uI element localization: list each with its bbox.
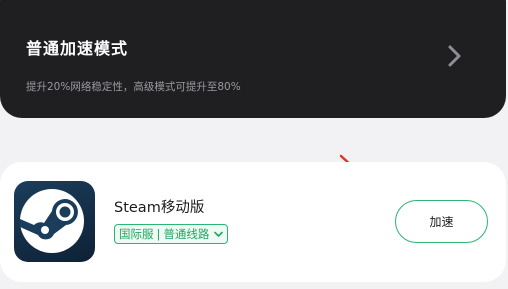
- server-route-selector[interactable]: 国际服 | 普通线路: [114, 224, 229, 244]
- chevron-right-icon[interactable]: [440, 42, 468, 70]
- acceleration-mode-card[interactable]: 普通加速模式 提升20%网络稳定性，高级模式可提升至80%: [0, 0, 506, 118]
- route-label: 普通线路: [163, 227, 210, 241]
- server-region-label: 国际服: [119, 227, 154, 241]
- game-card: Steam移动版 国际服 | 普通线路 加速: [0, 162, 506, 282]
- accelerate-button[interactable]: 加速: [395, 200, 488, 243]
- game-name: Steam移动版: [114, 200, 205, 216]
- chevron-down-icon: [214, 231, 224, 237]
- mode-subtitle: 提升20%网络稳定性，高级模式可提升至80%: [26, 81, 241, 93]
- steam-logo-icon: [14, 181, 95, 262]
- tag-separator: |: [156, 227, 161, 241]
- mode-title: 普通加速模式: [26, 39, 129, 58]
